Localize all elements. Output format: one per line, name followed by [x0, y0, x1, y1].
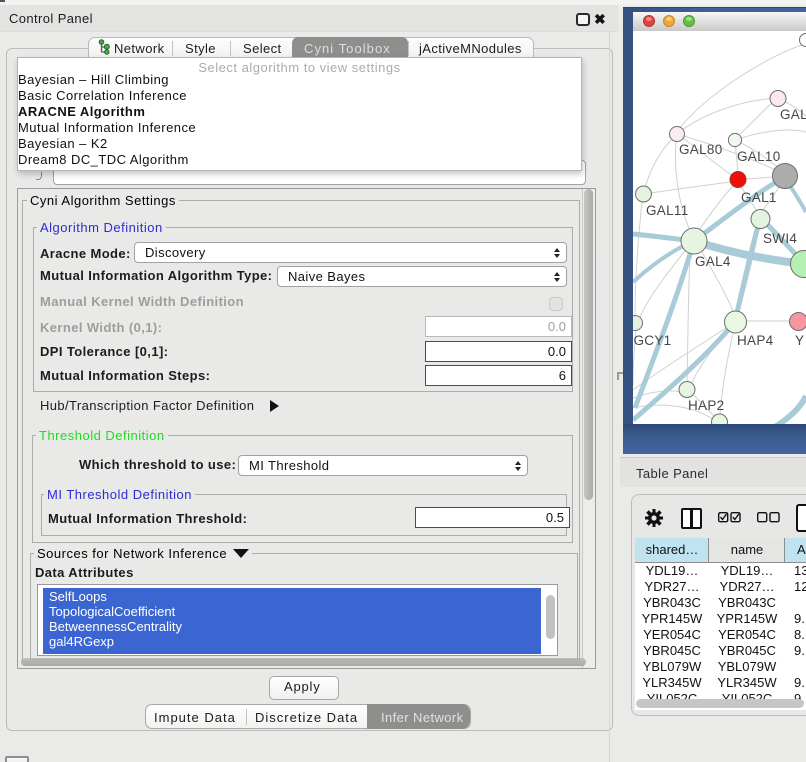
- svg-text:GAL11: GAL11: [646, 203, 689, 218]
- svg-text:SWI4: SWI4: [763, 231, 797, 246]
- svg-text:HAP2: HAP2: [688, 398, 724, 413]
- svg-text:HAP4: HAP4: [737, 333, 774, 348]
- svg-text:GAL1: GAL1: [741, 190, 777, 205]
- svg-text:Y: Y: [795, 333, 804, 348]
- svg-text:GAL4: GAL4: [695, 254, 731, 269]
- svg-text:GAL10: GAL10: [737, 149, 781, 164]
- svg-text:GAL2: GAL2: [780, 107, 806, 122]
- svg-text:GAL80: GAL80: [679, 142, 723, 157]
- svg-text:GCY1: GCY1: [634, 333, 672, 348]
